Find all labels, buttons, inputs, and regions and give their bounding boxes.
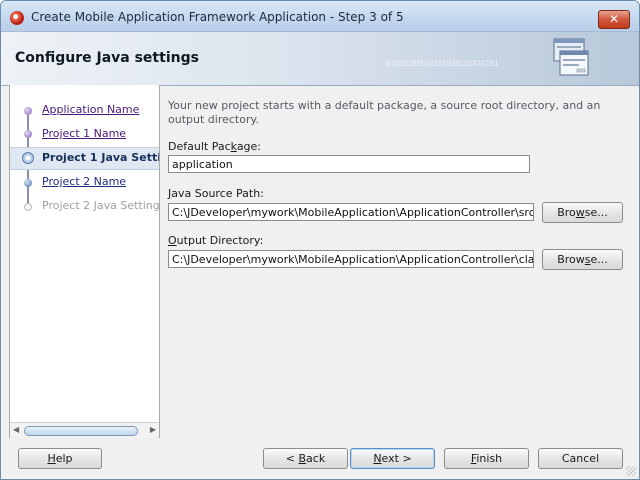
step-label: Project 2 Java Settings xyxy=(42,199,160,212)
wizard-steps-panel: Application Name Project 1 Name Project … xyxy=(9,85,160,439)
scroll-left-icon[interactable]: ◀ xyxy=(13,425,19,434)
java-source-path-input[interactable]: C:\JDeveloper\mywork\MobileApplication\A… xyxy=(168,203,534,221)
step-label: Project 2 Name xyxy=(42,175,127,188)
step-marker-icon xyxy=(24,179,32,187)
browse-source-path-button[interactable]: Browse... xyxy=(542,202,623,223)
back-button[interactable]: < Back xyxy=(263,448,348,469)
default-package-label: Default Package: xyxy=(168,140,262,153)
step-marker-icon xyxy=(24,130,32,138)
step-project-1-java-settings[interactable]: Project 1 Java Settings xyxy=(10,147,159,170)
default-package-input[interactable]: application xyxy=(168,155,530,173)
window-title: Create Mobile Application Framework Appl… xyxy=(31,10,404,24)
output-directory-label: Output Directory: xyxy=(168,234,264,247)
page-title: Configure Java settings xyxy=(15,50,199,66)
intro-text: Your new project starts with a default p… xyxy=(168,99,601,126)
jdeveloper-app-icon xyxy=(10,11,24,25)
java-settings-form: Your new project starts with a default p… xyxy=(158,85,630,438)
step-marker-icon xyxy=(24,107,32,115)
step-project-2-name[interactable]: Project 2 Name xyxy=(10,173,159,191)
output-directory-input[interactable]: C:\JDeveloper\mywork\MobileApplication\A… xyxy=(168,250,534,268)
resize-grip-icon[interactable] xyxy=(626,466,636,476)
wizard-header: Configure Java settings 0101010101010101… xyxy=(1,32,639,86)
wizard-footer: Help < Back Next > Finish Cancel xyxy=(1,438,639,479)
close-window-button[interactable]: ✕ xyxy=(598,10,630,29)
step-application-name[interactable]: Application Name xyxy=(10,101,159,119)
binary-decoration: 01010101010101010101010101 xyxy=(386,59,499,68)
step-project-2-java-settings: Project 2 Java Settings xyxy=(10,197,159,215)
steps-horizontal-scrollbar[interactable]: ◀ ▶ xyxy=(10,422,159,438)
wizard-window: Create Mobile Application Framework Appl… xyxy=(0,0,640,480)
step-label: Project 1 Name xyxy=(42,127,127,140)
scroll-right-icon[interactable]: ▶ xyxy=(150,425,156,434)
close-icon: ✕ xyxy=(608,12,620,26)
step-marker-icon xyxy=(24,203,32,211)
cancel-button[interactable]: Cancel xyxy=(538,448,623,469)
current-step-marker-icon xyxy=(22,152,34,164)
step-label: Project 1 Java Settings xyxy=(42,151,159,164)
browse-output-directory-button[interactable]: Browse... xyxy=(542,249,623,270)
finish-button[interactable]: Finish xyxy=(444,448,529,469)
help-button[interactable]: Help xyxy=(18,448,102,469)
step-label: Application Name xyxy=(42,103,140,116)
wizard-dialog-icon xyxy=(553,38,589,76)
java-source-path-label: Java Source Path: xyxy=(168,187,264,200)
next-button[interactable]: Next > xyxy=(350,448,435,469)
step-project-1-name[interactable]: Project 1 Name xyxy=(10,125,159,143)
scrollbar-thumb[interactable] xyxy=(24,426,138,436)
title-bar[interactable]: Create Mobile Application Framework Appl… xyxy=(1,1,639,32)
